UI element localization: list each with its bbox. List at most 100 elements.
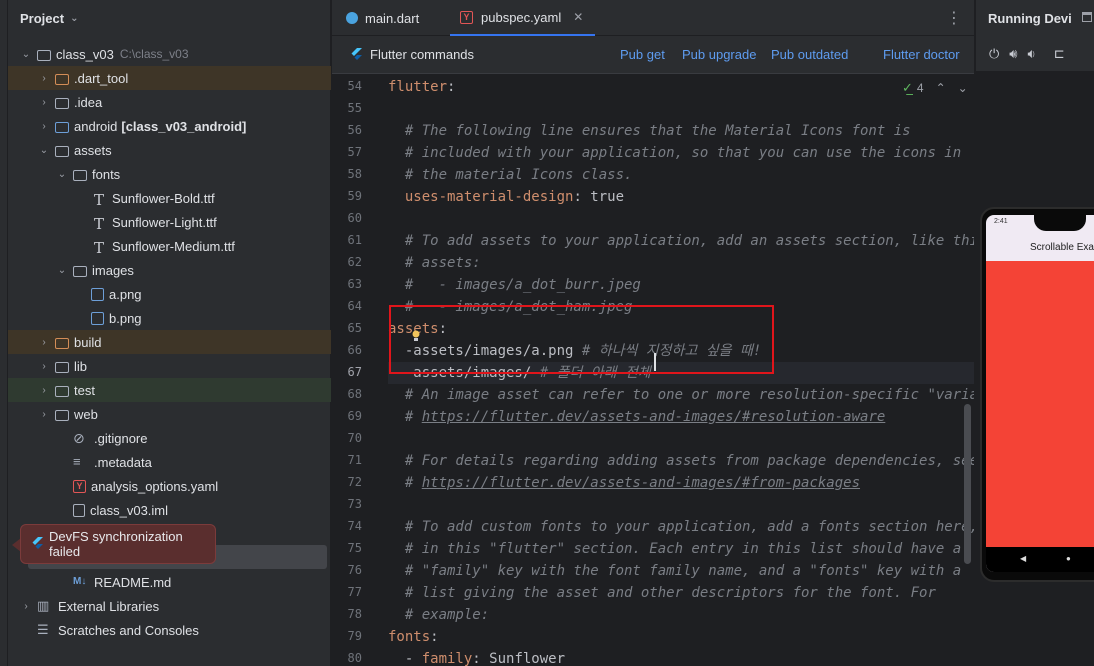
tree-item[interactable]: ⌄ class_v03 C:\class_v03 — [8, 42, 331, 66]
folder-orange-icon — [55, 337, 69, 349]
line-number: 54 — [347, 79, 362, 93]
chevron-right-icon[interactable]: › — [38, 73, 50, 84]
code-link[interactable]: https://flutter.dev/assets-and-images/#f… — [422, 475, 860, 491]
chevron-down-icon[interactable]: ⌄ — [958, 81, 968, 95]
chevron-up-icon[interactable]: ⌃ — [936, 81, 946, 95]
code-line[interactable]: # example: — [388, 604, 489, 626]
code-comment: # "family" key with the font family name… — [388, 563, 962, 579]
code-line[interactable]: # in this "flutter" section. Each entry … — [388, 538, 961, 560]
code-line[interactable]: # The following line ensures that the Ma… — [388, 120, 911, 142]
chevron-right-icon[interactable]: › — [38, 121, 50, 132]
code-line[interactable]: # the material Icons class. — [388, 164, 633, 186]
code-line[interactable]: # "family" key with the font family name… — [388, 560, 961, 582]
tree-item[interactable]: › web — [8, 402, 331, 426]
tree-item[interactable]: T Sunflower-Bold.ttf — [8, 186, 331, 210]
lightbulb-icon[interactable] — [411, 330, 421, 342]
text-caret — [654, 353, 656, 371]
home-icon[interactable]: ● — [1066, 554, 1071, 563]
line-number: 63 — [347, 277, 362, 291]
code-line[interactable]: # list giving the asset and other descri… — [388, 582, 936, 604]
code-line[interactable]: fonts: — [388, 626, 439, 648]
chevron-down-icon[interactable]: ⌄ — [20, 49, 32, 60]
code-line[interactable]: # To add assets to your application, add… — [388, 230, 974, 252]
inspection-widget[interactable]: ✓̲ 4 ⌃ ⌄ — [902, 80, 968, 96]
code-text: : true — [573, 189, 625, 205]
code-line[interactable]: # An image asset can refer to one or mor… — [388, 384, 974, 406]
rotate-icon[interactable]: ⊏ — [1054, 46, 1065, 62]
folder-icon — [55, 97, 69, 109]
tree-item-label: .gitignore — [94, 430, 148, 446]
tree-item[interactable]: class_v03.iml — [8, 498, 331, 522]
close-icon[interactable]: ✕ — [573, 10, 583, 24]
chevron-right-icon[interactable]: › — [38, 337, 50, 348]
more-vertical-icon[interactable]: ⋮ — [946, 8, 962, 28]
code-line[interactable]: flutter: — [388, 76, 455, 98]
tab-pubspec-yaml[interactable]: Y pubspec.yaml ✕ — [450, 0, 596, 36]
chevron-down-icon[interactable]: ⌄ — [56, 169, 68, 180]
tree-item[interactable]: ⌄ assets — [8, 138, 331, 162]
tree-item[interactable]: › build — [8, 330, 331, 354]
tree-item-label: images — [92, 262, 134, 278]
running-devices-title: Running Devi — [988, 10, 1072, 26]
code-line[interactable]: # https://flutter.dev/assets-and-images/… — [388, 472, 860, 494]
phone-screen[interactable]: 2:41 Scrollable Exam ◀ ● — [986, 215, 1094, 572]
code-line[interactable]: - family: Sunflower — [388, 648, 565, 666]
pub-outdated-button[interactable]: Pub outdated — [771, 47, 848, 62]
window-icon[interactable] — [1082, 12, 1092, 22]
chevron-right-icon[interactable]: › — [38, 361, 50, 372]
tree-item[interactable]: b.png — [8, 306, 331, 330]
tree-item[interactable]: ⌄ images — [8, 258, 331, 282]
tree-item[interactable]: ⌄ fonts — [8, 162, 331, 186]
chevron-down-icon[interactable]: ⌄ — [38, 145, 50, 156]
editor-tabs: main.dart Y pubspec.yaml ✕ ⋮ — [332, 0, 974, 36]
tree-item[interactable]: T Sunflower-Light.ttf — [8, 210, 331, 234]
code-line[interactable]: # To add custom fonts to your applicatio… — [388, 516, 974, 538]
tree-item[interactable]: › .dart_tool — [8, 66, 331, 90]
volume-up-icon[interactable]: 🔊︎ — [1009, 46, 1017, 62]
project-panel-header[interactable]: Project ⌄ — [8, 0, 330, 36]
code-line[interactable]: # included with your application, so tha… — [388, 142, 961, 164]
chevron-down-icon[interactable]: ⌄ — [56, 265, 68, 276]
volume-down-icon[interactable]: 🔉︎ — [1028, 46, 1036, 62]
tree-item[interactable]: M↓ README.md — [8, 570, 331, 594]
code-line[interactable]: # For details regarding adding assets fr… — [388, 450, 974, 472]
code-line[interactable]: uses-material-design: true — [388, 186, 624, 208]
tree-item-label: Sunflower-Medium.ttf — [112, 238, 235, 254]
power-icon[interactable]: ⏻ — [989, 46, 999, 62]
tree-item[interactable]: ⊘ .gitignore — [8, 426, 331, 450]
folder-orange-icon — [55, 73, 69, 85]
back-icon[interactable]: ◀ — [1020, 554, 1026, 563]
code-link[interactable]: https://flutter.dev/assets-and-images/#r… — [422, 409, 886, 425]
tree-item[interactable]: a.png — [8, 282, 331, 306]
devfs-notification[interactable]: DevFS synchronization failed — [20, 524, 216, 564]
tree-item[interactable]: › .idea — [8, 90, 331, 114]
code-line[interactable]: # https://flutter.dev/assets-and-images/… — [388, 406, 885, 428]
tab-main-dart[interactable]: main.dart — [346, 0, 419, 36]
pub-upgrade-button[interactable]: Pub upgrade — [682, 47, 756, 62]
flutter-commands-title: Flutter commands — [370, 47, 475, 62]
code-line[interactable]: # - images/a_dot_burr.jpeg — [388, 274, 641, 296]
tree-item[interactable]: › lib — [8, 354, 331, 378]
vertical-scrollbar[interactable] — [964, 404, 971, 564]
tree-item[interactable]: T Sunflower-Medium.ttf — [8, 234, 331, 258]
line-number: 72 — [347, 475, 362, 489]
pub-get-button[interactable]: Pub get — [620, 47, 665, 62]
tree-item[interactable]: › android [class_v03_android] — [8, 114, 331, 138]
folder-icon — [37, 49, 51, 61]
project-panel: Project ⌄ ⌄ class_v03 C:\class_v03 › .dart_t… — [8, 0, 331, 666]
chevron-right-icon[interactable]: › — [38, 385, 50, 396]
chevron-right-icon[interactable]: › — [38, 97, 50, 108]
chevron-down-icon[interactable]: ⌄ — [70, 13, 78, 24]
running-devices-header: Running Devi — [976, 0, 1094, 36]
tree-item[interactable]: › ▥ External Libraries — [8, 594, 331, 618]
chevron-right-icon[interactable]: › — [38, 409, 50, 420]
libraries-icon: ▥ — [37, 598, 50, 613]
tree-item[interactable]: Yanalysis_options.yaml — [8, 474, 331, 498]
code-line[interactable]: # assets: — [388, 252, 481, 274]
flutter-doctor-button[interactable]: Flutter doctor — [883, 47, 960, 62]
tree-item[interactable]: ≡ .metadata — [8, 450, 331, 474]
chevron-right-icon[interactable]: › — [20, 601, 32, 612]
tree-item[interactable]: ☰ Scratches and Consoles — [8, 618, 331, 642]
line-number: 71 — [347, 453, 362, 467]
tree-item[interactable]: › test — [8, 378, 331, 402]
